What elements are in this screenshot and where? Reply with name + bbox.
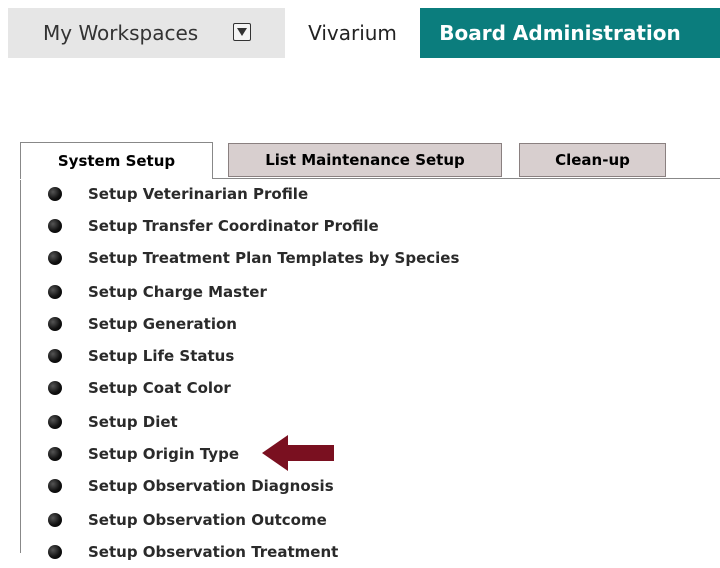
setup-link-label: Setup Diet	[88, 413, 178, 431]
vivarium-label: Vivarium	[308, 21, 397, 45]
tab-system-setup[interactable]: System Setup	[20, 142, 213, 179]
bullet-icon	[48, 545, 62, 559]
setup-link-veterinarian-profile[interactable]: Setup Veterinarian Profile	[48, 178, 308, 210]
setup-list-panel: Setup Veterinarian Profile Setup Transfe…	[0, 178, 720, 561]
setup-link-charge-master[interactable]: Setup Charge Master	[48, 276, 267, 308]
setup-link-label: Setup Generation	[88, 315, 237, 333]
setup-link-treatment-plan-templates[interactable]: Setup Treatment Plan Templates by Specie…	[48, 242, 459, 274]
setup-link-label: Setup Treatment Plan Templates by Specie…	[88, 249, 460, 267]
bullet-icon	[48, 317, 62, 331]
board-administration-label: Board Administration	[439, 21, 681, 45]
vivarium-tab[interactable]: Vivarium	[285, 8, 420, 58]
tab-system-setup-label: System Setup	[57, 152, 176, 170]
setup-link-generation[interactable]: Setup Generation	[48, 308, 237, 340]
panel-left-border	[20, 180, 21, 553]
tab-clean-up[interactable]: Clean-up	[519, 143, 666, 177]
setup-link-label: Setup Veterinarian Profile	[88, 185, 309, 203]
setup-link-label: Setup Life Status	[88, 347, 235, 365]
bullet-icon	[48, 381, 62, 395]
bullet-icon	[48, 479, 62, 493]
setup-link-life-status[interactable]: Setup Life Status	[48, 340, 234, 372]
tab-list-maintenance-setup-label: List Maintenance Setup	[265, 151, 465, 169]
setup-link-observation-diagnosis[interactable]: Setup Observation Diagnosis	[48, 470, 334, 502]
tab-list-maintenance-setup[interactable]: List Maintenance Setup	[228, 143, 502, 177]
setup-link-coat-color[interactable]: Setup Coat Color	[48, 372, 231, 404]
bullet-icon	[48, 187, 62, 201]
left-arrow-icon	[262, 435, 334, 471]
bullet-icon	[48, 285, 62, 299]
setup-link-transfer-coordinator-profile[interactable]: Setup Transfer Coordinator Profile	[48, 210, 379, 242]
bullet-icon	[48, 415, 62, 429]
setup-link-label: Setup Transfer Coordinator Profile	[88, 217, 379, 235]
setup-link-label: Setup Origin Type	[88, 445, 239, 463]
setup-link-observation-treatment[interactable]: Setup Observation Treatment	[48, 536, 338, 568]
top-navigation: My Workspaces Vivarium Board Administrat…	[0, 0, 720, 62]
setup-link-diet[interactable]: Setup Diet	[48, 406, 178, 438]
setup-link-label: Setup Observation Treatment	[88, 543, 339, 561]
my-workspaces-menu[interactable]: My Workspaces	[8, 8, 285, 58]
setup-link-label: Setup Observation Outcome	[88, 511, 327, 529]
setup-tabs: System Setup List Maintenance Setup Clea…	[0, 140, 720, 180]
board-administration-tab[interactable]: Board Administration	[420, 8, 720, 58]
setup-link-label: Setup Observation Diagnosis	[88, 477, 334, 495]
bullet-icon	[48, 251, 62, 265]
setup-link-origin-type[interactable]: Setup Origin Type	[48, 438, 239, 470]
my-workspaces-label: My Workspaces	[43, 21, 199, 45]
tab-clean-up-label: Clean-up	[555, 151, 630, 169]
bullet-icon	[48, 447, 62, 461]
setup-link-label: Setup Charge Master	[88, 283, 267, 301]
bullet-icon	[48, 513, 62, 527]
dropdown-arrow-icon[interactable]	[233, 23, 251, 41]
bullet-icon	[48, 349, 62, 363]
setup-link-label: Setup Coat Color	[88, 379, 231, 397]
setup-link-observation-outcome[interactable]: Setup Observation Outcome	[48, 504, 327, 536]
bullet-icon	[48, 219, 62, 233]
